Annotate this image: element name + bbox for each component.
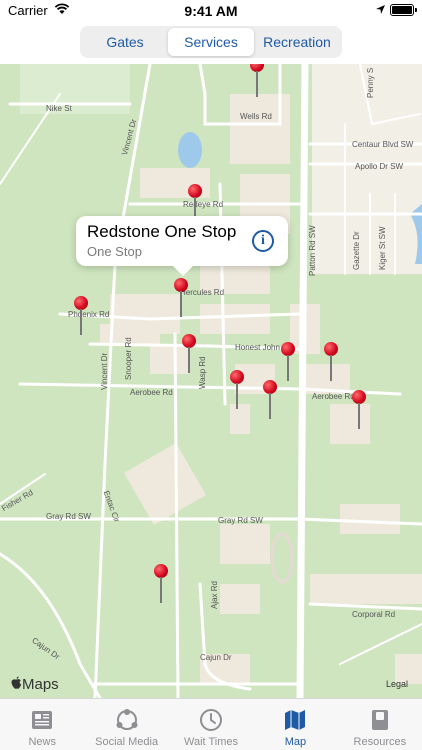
map-pin[interactable] (230, 370, 244, 410)
street-label-aerobee-right: Aerobee Rd (312, 392, 355, 401)
street-label-gray-right: Gray Rd SW (218, 516, 263, 525)
street-label-apollo: Apollo Dr SW (355, 162, 404, 171)
street-label-gazette: Gazette Dr (352, 231, 361, 270)
street-label-cajun-bottom: Cajun Dr (200, 653, 232, 662)
street-label-corporal: Corporal Rd (352, 610, 396, 619)
map-pin[interactable] (74, 296, 88, 336)
street-label-ajax: Ajax Rd (210, 580, 219, 609)
maps-logo: Maps (10, 676, 59, 693)
social-media-icon (116, 709, 138, 730)
tab-news-label: News (28, 736, 56, 748)
street-label-nike: Nike St (46, 104, 72, 113)
street-label-centaur: Centaur Blvd SW (352, 140, 414, 149)
tab-wait-times[interactable]: Wait Times (169, 699, 253, 750)
tab-resources-label: Resources (353, 736, 407, 748)
book-icon (371, 710, 388, 730)
street-label-kiger: Kiger St SW (378, 226, 387, 270)
legal-link[interactable]: Legal (386, 679, 408, 689)
battery-icon (390, 4, 417, 16)
callout-subtitle: One Stop (87, 244, 142, 259)
map-pin[interactable] (263, 380, 277, 420)
clock-icon (200, 709, 223, 731)
map-pin[interactable] (281, 342, 295, 382)
tab-map-label: Map (284, 736, 307, 748)
segment-gates[interactable]: Gates (82, 28, 168, 56)
map-view[interactable]: Nike St Wells Rd Centaur Blvd SW Apollo … (0, 64, 422, 698)
callout-title: Redstone One Stop (87, 222, 237, 241)
street-label-penny: Penny S (366, 67, 375, 98)
maps-logo-text: Maps (22, 676, 59, 693)
map-pin[interactable] (352, 390, 366, 430)
map-pin-selected[interactable] (174, 278, 188, 318)
segment-recreation[interactable]: Recreation (254, 28, 340, 56)
street-label-vincent-mid: Vincent Dr (100, 352, 109, 390)
carrier-label: Carrier (8, 3, 48, 18)
street-label-wasp: Wasp Rd (198, 356, 207, 389)
status-bar: Carrier 9:41 AM (0, 0, 422, 22)
segment-services[interactable]: Services (168, 28, 254, 56)
tab-social-media[interactable]: Social Media (84, 699, 168, 750)
map-pin[interactable] (154, 564, 168, 604)
info-icon[interactable]: i (252, 230, 274, 252)
tab-news[interactable]: News (0, 699, 84, 750)
pin-callout[interactable]: Redstone One Stop One Stop i (76, 216, 288, 276)
street-label-gray-left: Gray Rd SW (46, 512, 91, 521)
map-pin[interactable] (182, 334, 196, 374)
map-pin[interactable] (324, 342, 338, 382)
map-icon (285, 710, 306, 730)
street-label-aerobee-left: Aerobee Rd (130, 388, 173, 397)
news-icon (32, 711, 53, 729)
location-arrow-icon (375, 3, 386, 18)
category-segmented-control: Gates Services Recreation (80, 26, 342, 58)
tab-resources[interactable]: Resources (338, 699, 422, 750)
tab-social-media-label: Social Media (95, 736, 159, 748)
tab-wait-times-label: Wait Times (184, 736, 239, 748)
apple-logo-icon (11, 676, 22, 689)
street-label-wells: Wells Rd (240, 112, 272, 121)
tab-bar: News Social Media Wait Times Map Resourc… (0, 698, 422, 750)
wifi-icon (54, 3, 70, 18)
street-label-snooper: Snooper Rd (124, 337, 133, 380)
map-pin[interactable] (250, 64, 264, 98)
tab-map[interactable]: Map (253, 699, 337, 750)
street-label-patton: Patton Rd SW (308, 225, 317, 276)
